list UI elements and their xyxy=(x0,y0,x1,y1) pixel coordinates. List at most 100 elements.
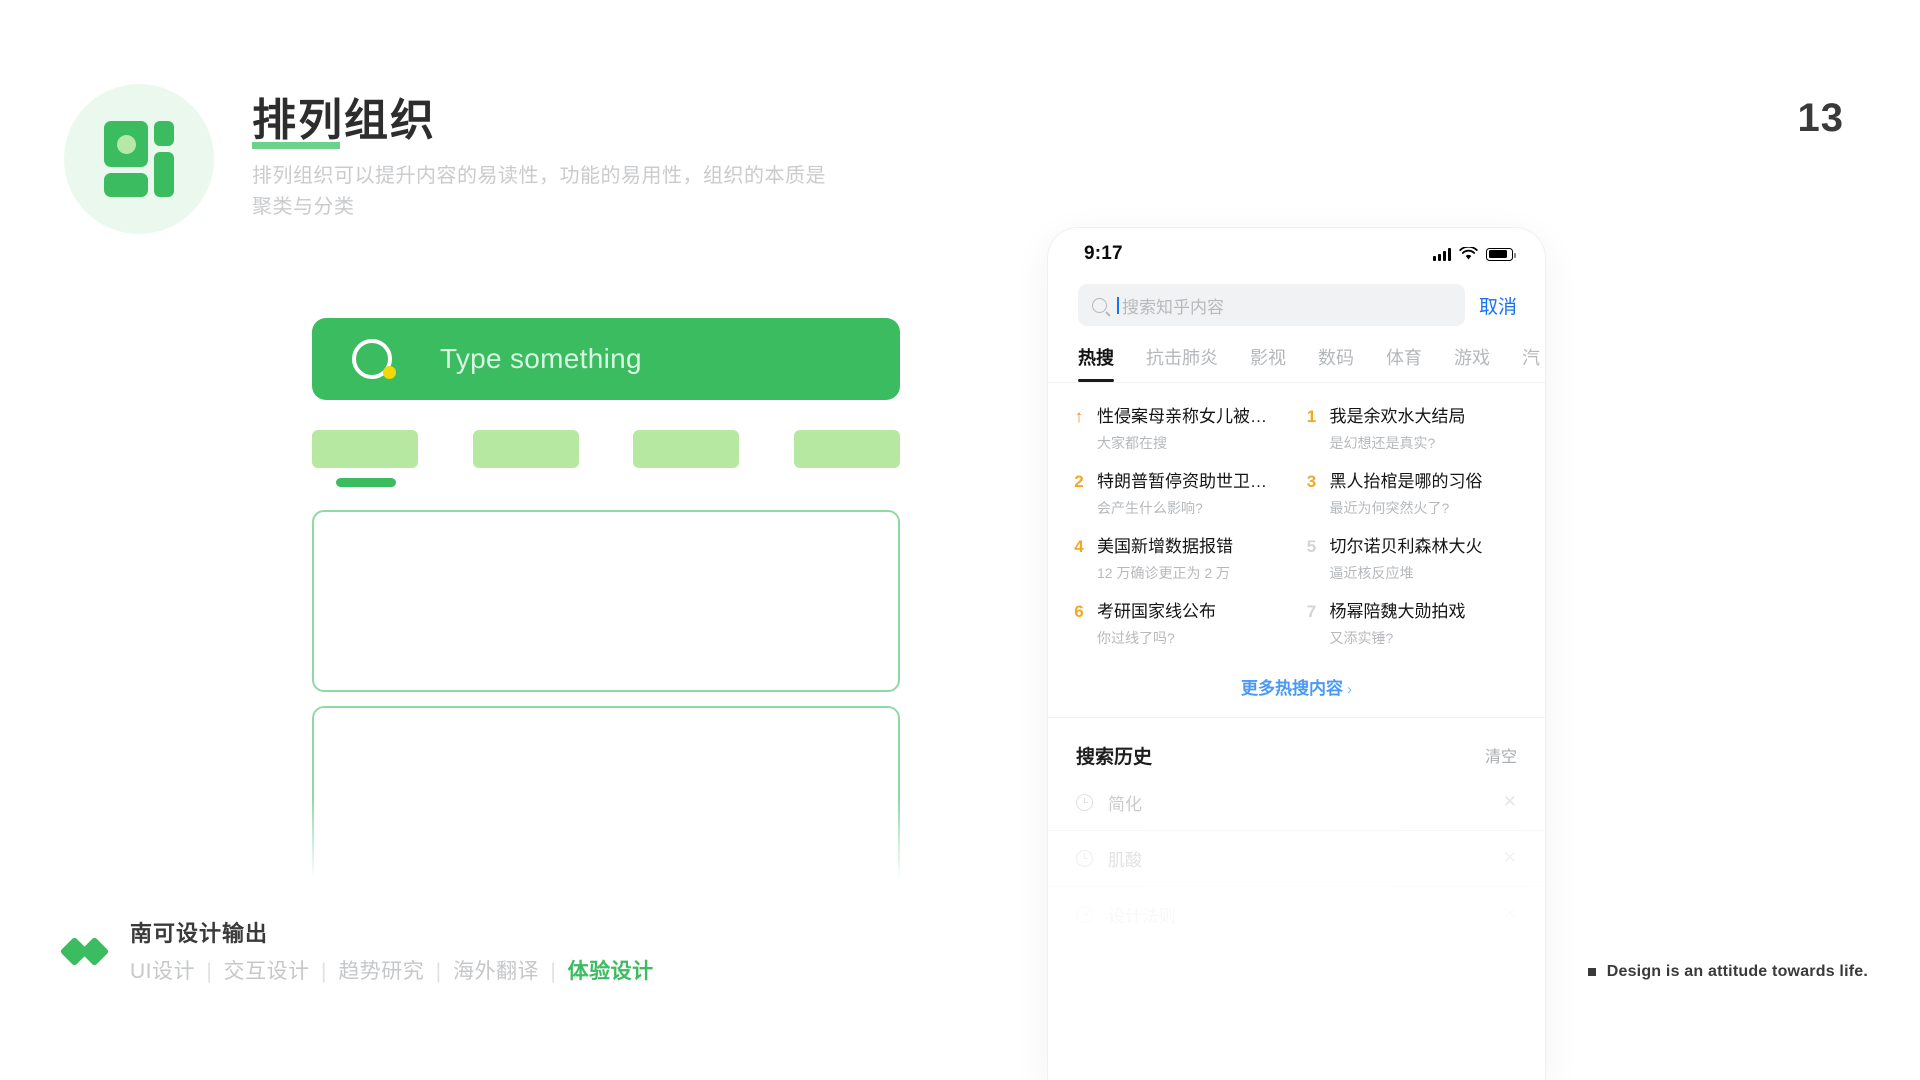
tab-sports[interactable]: 体育 xyxy=(1386,344,1422,382)
tab-digital[interactable]: 数码 xyxy=(1318,344,1354,382)
illustration-tab-4[interactable] xyxy=(794,430,900,468)
illustration-group: Type something xyxy=(312,318,900,886)
footer-separator: | xyxy=(321,960,327,983)
wifi-icon xyxy=(1459,247,1478,261)
list-item[interactable]: 设计法则 ✕ xyxy=(1048,887,1545,942)
list-item[interactable]: 1 我是余欢水大结局 是幻想还是真实? xyxy=(1305,397,1528,462)
list-item[interactable]: 4 美国新增数据报错 12 万确诊更正为 2 万 xyxy=(1072,527,1295,592)
logo-block-bottom-right xyxy=(154,152,174,197)
hot-rank: 4 xyxy=(1072,536,1086,582)
hot-subtitle: 又添实锤? xyxy=(1330,629,1466,647)
phone-mockup: 9:17 搜索知乎内容 取消 热搜 xyxy=(1048,228,1545,1080)
list-item[interactable]: 肌酸 ✕ xyxy=(1048,831,1545,887)
hot-title: 黑人抬棺是哪的习俗 xyxy=(1330,471,1483,494)
history-text: 肌酸 xyxy=(1108,846,1488,871)
hot-search-list: ↑ 性侵案母亲称女儿被… 大家都在搜 1 我是余欢水大结局 是幻想还是真实? 2… xyxy=(1048,383,1545,664)
chevron-right-icon: › xyxy=(1347,681,1352,698)
status-icons xyxy=(1433,247,1513,261)
tab-chip-shape xyxy=(633,430,739,468)
phone-tab-bar[interactable]: 热搜 抗击肺炎 影视 数码 体育 游戏 汽 xyxy=(1048,326,1545,383)
hot-rank: 6 xyxy=(1072,601,1086,647)
tab-hot-search[interactable]: 热搜 xyxy=(1078,344,1114,382)
hot-subtitle: 你过线了吗? xyxy=(1097,629,1216,647)
list-item[interactable]: ↑ 性侵案母亲称女儿被… 大家都在搜 xyxy=(1072,397,1295,462)
phone-status-bar: 9:17 xyxy=(1048,228,1545,280)
list-item[interactable]: 3 黑人抬棺是哪的习俗 最近为何突然火了? xyxy=(1305,462,1528,527)
more-hot-search-link[interactable]: 更多热搜内容 xyxy=(1241,679,1343,698)
search-bar-label: Type something xyxy=(440,343,642,375)
close-icon[interactable]: ✕ xyxy=(1503,848,1517,868)
accent-dot xyxy=(383,366,396,379)
logo-block-top-right xyxy=(154,121,174,146)
hot-subtitle: 逼近核反应堆 xyxy=(1330,564,1483,582)
list-item[interactable]: 5 切尔诺贝利森林大火 逼近核反应堆 xyxy=(1305,527,1528,592)
tab-chip-shape xyxy=(312,430,418,468)
list-item[interactable]: 2 特朗普暂停资助世卫… 会产生什么影响? xyxy=(1072,462,1295,527)
hot-subtitle: 12 万确诊更正为 2 万 xyxy=(1097,564,1233,582)
battery-full-icon xyxy=(1486,248,1513,261)
clock-icon xyxy=(1076,906,1093,923)
hot-rank: 3 xyxy=(1305,471,1319,517)
hot-rank: 5 xyxy=(1305,536,1319,582)
footer-tag-4: 海外翻译 xyxy=(453,960,539,983)
clock-icon xyxy=(1076,794,1093,811)
footer-tagline: Design is an attitude towards life. xyxy=(1588,963,1868,981)
hot-rank: 7 xyxy=(1305,601,1319,647)
slide-canvas: 排列组织 排列组织可以提升内容的易读性，功能的易用性，组织的本质是聚类与分类 1… xyxy=(0,0,1920,1080)
hot-title: 特朗普暂停资助世卫… xyxy=(1097,471,1267,494)
clear-history-button[interactable]: 清空 xyxy=(1485,743,1517,767)
hot-title: 我是余欢水大结局 xyxy=(1330,406,1466,429)
page-title: 排列组织 xyxy=(252,96,436,147)
tab-chip-shape xyxy=(794,430,900,468)
tab-fight-pneumonia[interactable]: 抗击肺炎 xyxy=(1146,344,1218,382)
footer-tag-highlight: 体验设计 xyxy=(568,960,654,983)
cellular-signal-icon xyxy=(1433,248,1451,261)
clock-icon xyxy=(1076,850,1093,867)
logo-block-bottom xyxy=(104,173,148,197)
close-icon[interactable]: ✕ xyxy=(1503,792,1517,812)
hot-subtitle: 大家都在搜 xyxy=(1097,434,1267,452)
circle-outline-icon xyxy=(352,339,392,379)
status-time: 9:17 xyxy=(1084,243,1123,265)
list-item[interactable]: 6 考研国家线公布 你过线了吗? xyxy=(1072,592,1295,657)
tab-auto-partial[interactable]: 汽 xyxy=(1522,344,1540,382)
tab-film-tv[interactable]: 影视 xyxy=(1250,344,1286,382)
hot-title: 美国新增数据报错 xyxy=(1097,536,1233,559)
footer-separator: | xyxy=(550,960,556,983)
footer-separator: | xyxy=(436,960,442,983)
hot-title: 杨幂陪魏大勋拍戏 xyxy=(1330,601,1466,624)
list-item[interactable]: 简化 ✕ xyxy=(1048,775,1545,831)
logo-dot xyxy=(117,135,136,154)
search-input[interactable]: 搜索知乎内容 xyxy=(1078,284,1465,326)
tab-games[interactable]: 游戏 xyxy=(1454,344,1490,382)
list-item[interactable]: 7 杨幂陪魏大勋拍戏 又添实锤? xyxy=(1305,592,1528,657)
phone-search-row: 搜索知乎内容 取消 xyxy=(1048,280,1545,326)
page-subtitle: 排列组织可以提升内容的易读性，功能的易用性，组织的本质是聚类与分类 xyxy=(252,161,837,223)
title-block: 排列组织 排列组织可以提升内容的易读性，功能的易用性，组织的本质是聚类与分类 xyxy=(252,96,837,223)
search-history-title: 搜索历史 xyxy=(1076,742,1152,769)
hot-rank: 2 xyxy=(1072,471,1086,517)
text-caret xyxy=(1117,297,1119,314)
tagline-text: Design is an attitude towards life. xyxy=(1607,963,1868,981)
logo-block-main xyxy=(104,121,148,167)
footer-tag-1: UI设计 xyxy=(130,960,195,983)
footer-brand: 南可设计输出 UI设计 | 交互设计 | 趋势研究 | 海外翻译 | 体验设计 xyxy=(64,916,654,985)
cancel-button[interactable]: 取消 xyxy=(1479,292,1517,319)
history-text: 设计法则 xyxy=(1108,902,1488,927)
more-hot-search-row[interactable]: 更多热搜内容› xyxy=(1048,664,1545,718)
content-card-2 xyxy=(312,706,900,886)
footer-brand-name: 南可设计输出 xyxy=(130,916,654,948)
illustration-tab-3[interactable] xyxy=(633,430,739,468)
hot-title: 考研国家线公布 xyxy=(1097,601,1216,624)
history-text: 简化 xyxy=(1108,790,1488,815)
page-title-text: 排列组织 xyxy=(252,96,436,145)
tab-chip-shape xyxy=(473,430,579,468)
illustration-tab-row xyxy=(312,430,900,468)
hot-title: 切尔诺贝利森林大火 xyxy=(1330,536,1483,559)
illustration-search-bar[interactable]: Type something xyxy=(312,318,900,400)
illustration-tab-2[interactable] xyxy=(473,430,579,468)
illustration-tab-1[interactable] xyxy=(312,430,418,468)
search-icon xyxy=(1092,298,1107,313)
footer-tags: UI设计 | 交互设计 | 趋势研究 | 海外翻译 | 体验设计 xyxy=(130,955,654,985)
close-icon[interactable]: ✕ xyxy=(1503,904,1517,924)
